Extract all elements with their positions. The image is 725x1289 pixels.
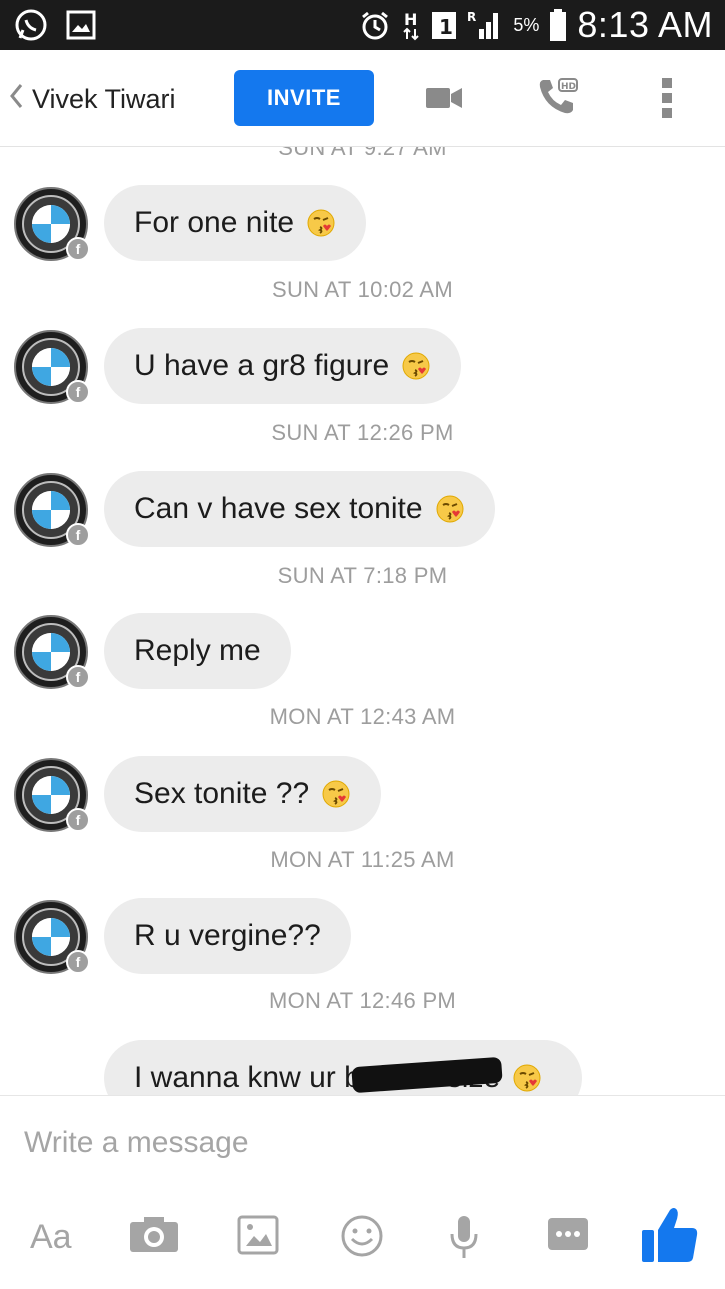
message-text: Sex tonite ?? [134,777,310,810]
message-bubble[interactable]: Can v have sex tonite [104,471,495,547]
signal-icon: R [467,9,503,41]
kissing-emoji-icon [402,352,430,380]
avatar[interactable]: f [14,758,90,832]
data-h-icon: H [401,9,421,41]
message-row: I wanna knw ur b size [0,1040,725,1095]
message-bubble[interactable]: Reply me [104,613,291,689]
image-icon[interactable] [236,1214,280,1256]
conversation-header: Vivek Tiwari INVITE HD [0,50,725,147]
avatar[interactable]: f [14,473,90,547]
message-bubble[interactable]: For one nite [104,185,367,261]
message-text: Reply me [134,634,261,667]
message-row: f For one nite [0,185,725,261]
back-chevron-icon [8,82,24,116]
whatsapp-icon [14,8,48,42]
alarm-icon [359,9,391,41]
battery-icon [549,8,567,42]
message-row: f R u vergine?? [0,898,725,974]
timestamp: MON AT 12:46 PM [268,988,457,1013]
phone-hd-icon[interactable]: HD [535,74,579,123]
svg-text:HD: HD [561,82,576,92]
message-row: f Can v have sex tonite [0,471,725,547]
facebook-badge-icon: f [66,380,90,404]
more-vert-icon[interactable] [660,76,674,125]
message-bubble[interactable]: Sex tonite ?? [104,756,382,832]
svg-text:H: H [404,10,417,29]
message-text: For one nite [134,206,295,239]
message-row: f U have a gr8 figure [0,328,725,404]
microphone-icon[interactable] [448,1214,480,1260]
video-call-icon[interactable] [424,78,464,123]
message-text: U have a gr8 figure [134,349,390,382]
message-text: Can v have sex tonite [134,492,423,525]
message-row: f Reply me [0,613,725,689]
svg-text:R: R [467,10,476,24]
contact-name[interactable]: Vivek Tiwari [32,84,176,115]
message-bubble[interactable]: I wanna knw ur b size [104,1040,582,1095]
status-bar: H 1 R 5% 8:13 AM [0,0,725,50]
timestamp: SUN AT 9:27 AM [278,147,447,160]
back-button[interactable]: Vivek Tiwari [8,82,176,116]
facebook-badge-icon: f [66,665,90,689]
kissing-emoji-icon [436,495,464,523]
more-icon[interactable] [546,1214,590,1254]
battery-percent: 5% [513,14,540,35]
timestamp: MON AT 12:43 AM [269,704,456,729]
facebook-badge-icon: f [66,237,90,261]
message-list[interactable]: SUN AT 9:27 AM f For one nite SUN AT 10:… [0,147,725,1095]
message-bubble[interactable]: U have a gr8 figure [104,328,462,404]
timestamp: SUN AT 10:02 AM [272,277,453,302]
avatar[interactable]: f [14,187,90,261]
message-input[interactable]: Write a message [24,1126,249,1160]
kissing-emoji-icon [307,209,335,237]
message-text: R u vergine?? [134,919,321,952]
sim-1-icon: 1 [431,9,457,41]
facebook-badge-icon: f [66,950,90,974]
text-format-button[interactable]: Aa [30,1218,72,1257]
avatar[interactable]: f [14,330,90,404]
message-text-start: I wanna knw ur b [134,1061,361,1094]
emoji-icon[interactable] [340,1214,384,1258]
timestamp: MON AT 11:25 AM [270,847,455,872]
like-icon[interactable] [640,1204,700,1266]
invite-button[interactable]: INVITE [234,70,374,126]
camera-icon[interactable] [128,1214,180,1254]
timestamp: SUN AT 12:26 PM [271,420,454,445]
facebook-badge-icon: f [66,808,90,832]
avatar[interactable]: f [14,615,90,689]
kissing-emoji-icon [322,780,350,808]
message-bubble[interactable]: R u vergine?? [104,898,351,974]
gallery-icon [66,10,96,40]
status-time: 8:13 AM [577,4,713,45]
avatar[interactable]: f [14,900,90,974]
kissing-emoji-icon [513,1064,541,1092]
svg-text:1: 1 [439,15,453,39]
timestamp: SUN AT 7:18 PM [277,563,448,588]
composer: Write a message Aa [0,1095,725,1289]
facebook-badge-icon: f [66,523,90,547]
message-row: f Sex tonite ?? [0,756,725,832]
